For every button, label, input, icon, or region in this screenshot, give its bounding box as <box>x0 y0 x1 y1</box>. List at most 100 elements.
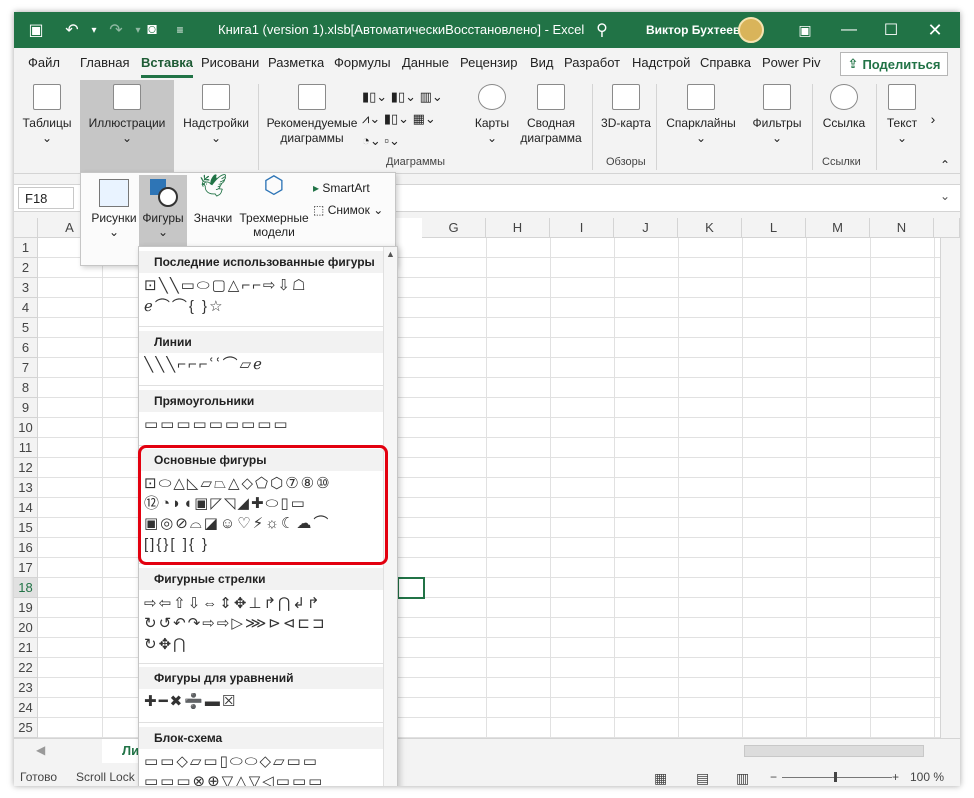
filters-button[interactable]: Фильтры ⌄ <box>746 84 808 146</box>
maps-button[interactable]: Карты ⌄ <box>466 84 518 146</box>
row-header-13[interactable]: 13 <box>14 478 38 498</box>
tables-button[interactable]: Таблицы ⌄ <box>18 84 76 146</box>
tab-file[interactable]: Файл <box>28 55 60 70</box>
smartart-button[interactable]: ▸ SmartArt <box>313 181 391 195</box>
ribbon-scroll-right-icon[interactable]: › <box>926 112 940 127</box>
pictures-button[interactable]: Рисунки ⌄ <box>89 179 139 239</box>
arrows-row[interactable]: ⇨⇦⇧⇩⇔⇕✥⊥↱⋂↲↱ <box>144 595 384 613</box>
col-header-j[interactable]: J <box>614 218 678 238</box>
col-header-i[interactable]: I <box>550 218 614 238</box>
row-header-2[interactable]: 2 <box>14 258 38 278</box>
chart-type-buttons[interactable]: ▮▯⌄ ▮▯⌄ ▥⌄ ⩘⌄ ▮▯⌄ ▦⌄ ◔⌄ ▫⌄ <box>362 86 458 152</box>
row-header-12[interactable]: 12 <box>14 458 38 478</box>
row-header-24[interactable]: 24 <box>14 698 38 718</box>
row-header-20[interactable]: 20 <box>14 618 38 638</box>
row-header-25[interactable]: 25 <box>14 718 38 738</box>
tab-addins[interactable]: Надстрой <box>632 55 696 70</box>
share-button[interactable]: ⇪ Поделиться <box>840 52 948 76</box>
zoom-slider[interactable] <box>782 777 892 778</box>
row-header-18[interactable]: 18 <box>14 578 38 598</box>
pivot-chart-button[interactable]: Сводная диаграмма <box>520 84 582 146</box>
page-layout-view-icon[interactable]: ▤ <box>696 770 709 786</box>
tab-help[interactable]: Справка <box>700 55 751 70</box>
maximize-icon[interactable]: ☐ <box>876 18 906 42</box>
col-header-m[interactable]: M <box>806 218 870 238</box>
select-all-corner[interactable] <box>14 218 38 238</box>
page-break-view-icon[interactable]: ▥ <box>736 770 749 786</box>
zoom-level[interactable]: 100 % <box>910 770 944 784</box>
tab-review[interactable]: Рецензир <box>460 55 522 70</box>
tab-developer[interactable]: Разработ <box>564 55 626 70</box>
row-header-4[interactable]: 4 <box>14 298 38 318</box>
zoom-in-icon[interactable]: + <box>892 770 899 784</box>
vertical-scrollbar[interactable] <box>940 238 960 738</box>
sparklines-button[interactable]: Спарклайны ⌄ <box>660 84 742 146</box>
icons-button[interactable]: 🕊 Значки <box>191 175 235 226</box>
row-header-14[interactable]: 14 <box>14 498 38 518</box>
equation-shapes-row[interactable]: ✚━✖➗▬☒ <box>144 693 384 711</box>
tab-power-pivot[interactable]: Power Piv <box>762 55 824 70</box>
tab-view[interactable]: Вид <box>530 55 554 70</box>
zoom-out-icon[interactable]: − <box>770 770 777 784</box>
tab-formulas[interactable]: Формулы <box>334 55 391 70</box>
row-header-21[interactable]: 21 <box>14 638 38 658</box>
row-header-9[interactable]: 9 <box>14 398 38 418</box>
tab-page-layout[interactable]: Разметка <box>268 55 324 70</box>
column-chart-icon[interactable]: ▮▯⌄ ▮▯⌄ ▥⌄ <box>362 86 458 108</box>
name-box[interactable]: F18 <box>18 187 74 209</box>
row-header-17[interactable]: 17 <box>14 558 38 578</box>
row-header-8[interactable]: 8 <box>14 378 38 398</box>
screenshot-button[interactable]: ⬚ Снимок ⌄ <box>313 203 393 217</box>
recommended-charts-button[interactable]: Рекомендуемые диаграммы <box>264 84 360 146</box>
undo-dropdown-icon[interactable]: ▾ <box>84 20 104 40</box>
line-chart-icon[interactable]: ⩘⌄ ▮▯⌄ ▦⌄ <box>362 108 458 130</box>
row-header-3[interactable]: 3 <box>14 278 38 298</box>
camera-icon[interactable]: ◙ <box>142 20 162 40</box>
row-header-1[interactable]: 1 <box>14 238 38 258</box>
row-header-11[interactable]: 11 <box>14 438 38 458</box>
tab-home[interactable]: Главная <box>80 55 129 70</box>
sheet-tab[interactable]: Лист1 <box>102 739 138 763</box>
3d-models-button[interactable]: ⬡ Трехмерные модели <box>237 174 311 240</box>
minimize-icon[interactable]: — <box>834 18 864 42</box>
text-button[interactable]: Текст ⌄ <box>880 84 924 146</box>
3d-map-button[interactable]: 3D-карта <box>598 84 654 131</box>
arrows-row[interactable]: ↻↺↶↷⇨⇨▷⋙⊳⊲⊏⊐ <box>144 615 384 633</box>
row-header-23[interactable]: 23 <box>14 678 38 698</box>
col-header-l[interactable]: L <box>742 218 806 238</box>
normal-view-icon[interactable]: ▦ <box>654 770 667 786</box>
search-icon[interactable]: ⚲ <box>592 20 612 40</box>
row-header-10[interactable]: 10 <box>14 418 38 438</box>
sheet-prev-icon[interactable]: ◀ <box>36 743 45 757</box>
pie-chart-icon[interactable]: ◔⌄ ▫⌄ <box>362 130 458 152</box>
row-header-22[interactable]: 22 <box>14 658 38 678</box>
collapse-ribbon-icon[interactable]: ⌃ <box>938 158 952 173</box>
flowchart-row[interactable]: ▭▭▭⊗⊕▽△▽◁▭▭▭ <box>144 773 384 786</box>
tab-data[interactable]: Данные <box>402 55 449 70</box>
col-header-o[interactable] <box>934 218 960 238</box>
horizontal-scrollbar[interactable] <box>744 745 924 757</box>
recent-shapes-row[interactable]: ℯ⌒⌒{ }☆ <box>144 298 384 316</box>
col-header-k[interactable]: K <box>678 218 742 238</box>
col-header-n[interactable]: N <box>870 218 934 238</box>
flowchart-row[interactable]: ▭▭◇▱▭▯⬭⬭◇▱▭▭ <box>144 753 384 771</box>
scroll-up-icon[interactable]: ▲ <box>386 249 395 259</box>
close-icon[interactable]: ✕ <box>920 18 950 42</box>
col-header-g[interactable]: G <box>422 218 486 238</box>
rectangles-row[interactable]: ▭▭▭▭▭▭▭▭▭ <box>144 416 384 434</box>
row-header-15[interactable]: 15 <box>14 518 38 538</box>
redo-icon[interactable]: ↷ <box>106 20 126 40</box>
col-header-h[interactable]: H <box>486 218 550 238</box>
selected-cell[interactable] <box>397 577 425 599</box>
row-header-19[interactable]: 19 <box>14 598 38 618</box>
row-header-6[interactable]: 6 <box>14 338 38 358</box>
undo-icon[interactable]: ↶ <box>62 20 82 40</box>
save-icon[interactable]: ▣ <box>26 20 46 40</box>
addins-button[interactable]: Надстройки ⌄ <box>178 84 254 146</box>
row-header-5[interactable]: 5 <box>14 318 38 338</box>
avatar[interactable] <box>738 17 764 43</box>
tab-draw[interactable]: Рисовани <box>201 55 259 70</box>
expand-formula-icon[interactable]: ⌄ <box>940 189 950 203</box>
lines-row[interactable]: ╲╲╲⌐⌐⌐ՙՙ⌒▱ℯ <box>144 356 384 374</box>
zoom-slider-thumb[interactable] <box>834 772 837 782</box>
